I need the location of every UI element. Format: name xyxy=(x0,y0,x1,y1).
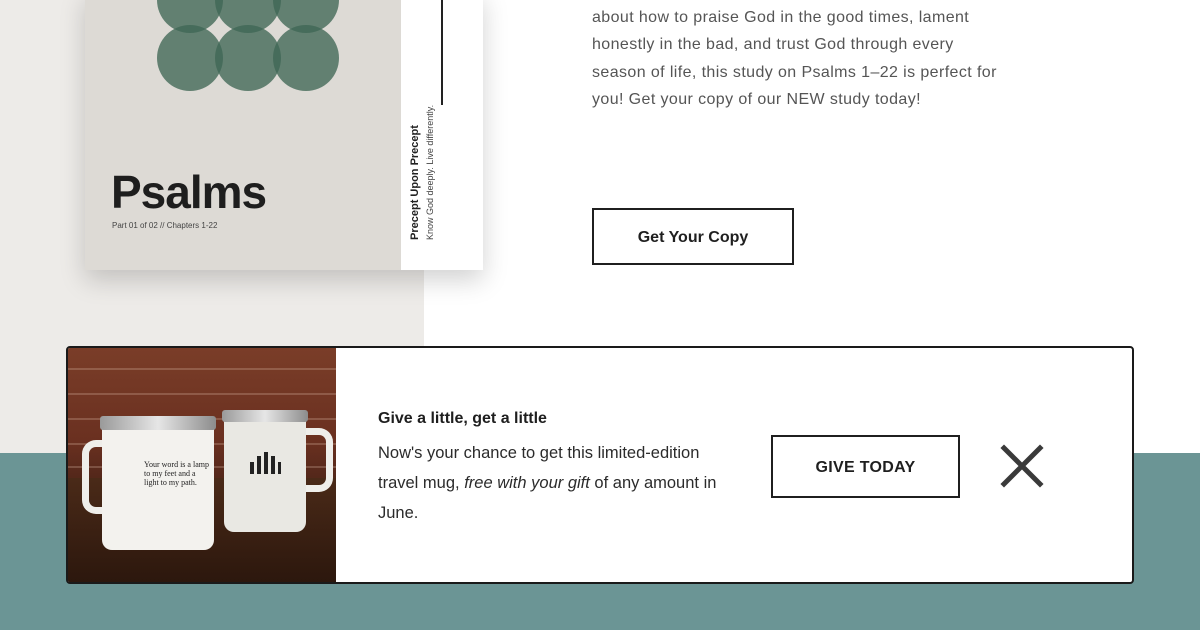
mug-lid xyxy=(222,410,308,422)
get-your-copy-button[interactable]: Get Your Copy xyxy=(592,208,794,265)
brick-mortar xyxy=(68,393,336,395)
mug-verse-text: Your word is a lamp to my feet and a lig… xyxy=(144,460,209,487)
book-spine: Precept Upon Precept Know God deeply. Li… xyxy=(401,0,483,270)
promo-heading: Give a little, get a little xyxy=(378,410,547,427)
brick-mortar xyxy=(68,368,336,370)
spine-divider xyxy=(441,0,443,105)
spine-tagline: Know God deeply. Live differently. xyxy=(425,104,435,240)
close-banner-button[interactable] xyxy=(1000,444,1044,488)
promo-banner: Your word is a lamp to my feet and a lig… xyxy=(66,346,1134,584)
circle-pattern-graphic xyxy=(157,0,339,91)
logo-bars-icon xyxy=(250,452,281,474)
book-subtitle: Part 01 of 02 // Chapters 1-22 xyxy=(112,221,218,230)
close-icon xyxy=(1000,444,1044,488)
promo-body-emphasis: free with your gift xyxy=(464,474,590,492)
mug-lid xyxy=(100,416,216,430)
mug-handle xyxy=(304,428,333,492)
spine-title: Precept Upon Precept xyxy=(409,125,421,240)
give-today-button[interactable]: GIVE TODAY xyxy=(771,435,960,498)
study-description: about how to praise God in the good time… xyxy=(592,9,997,109)
book-cover-image: Psalms Part 01 of 02 // Chapters 1-22 Pr… xyxy=(85,0,483,270)
promo-body: Now's your chance to get this limited-ed… xyxy=(378,438,738,528)
travel-mug-photo: Your word is a lamp to my feet and a lig… xyxy=(68,348,336,582)
book-title: Psalms xyxy=(111,166,267,218)
